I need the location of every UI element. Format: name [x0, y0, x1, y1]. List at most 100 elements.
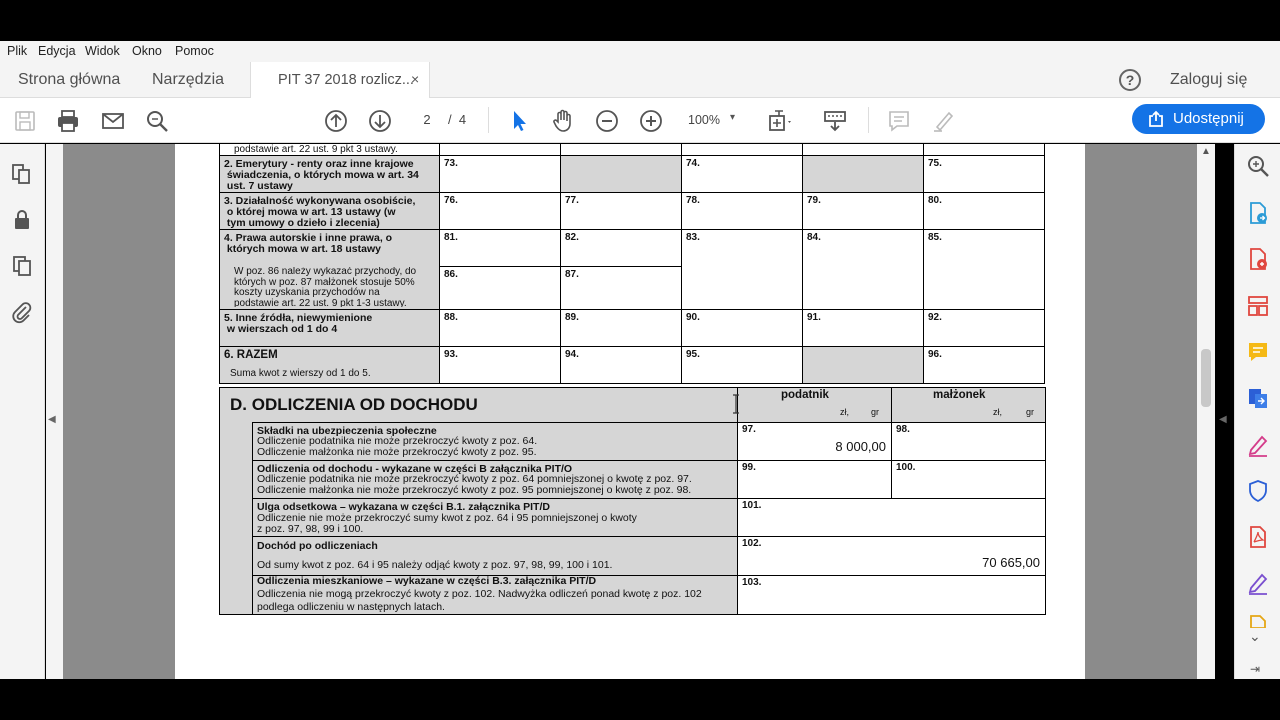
select-tool-icon[interactable] — [506, 108, 532, 134]
form-field[interactable]: 96. — [923, 346, 1045, 384]
field-99[interactable]: 99. — [737, 460, 892, 499]
zoom-in-icon[interactable] — [638, 108, 664, 134]
create-pdf-icon[interactable] — [1246, 247, 1270, 271]
help-icon[interactable]: ? — [1119, 69, 1141, 91]
save-icon[interactable] — [12, 108, 38, 134]
form-field[interactable]: 79. — [802, 192, 924, 230]
next-page-icon[interactable] — [367, 108, 393, 134]
copy-pages-icon[interactable] — [10, 254, 34, 278]
form-field[interactable]: 78. — [681, 192, 803, 230]
d-row-text: Odliczenie nie może przekroczyć sumy kwo… — [257, 512, 637, 535]
disabled-cell — [560, 155, 682, 193]
panel-expand-icon[interactable]: ⇥ — [1250, 662, 1260, 676]
form-field[interactable]: 90. — [681, 309, 803, 347]
form-field[interactable]: 76. — [439, 192, 561, 230]
form-field[interactable]: 82. — [560, 229, 682, 267]
zoom-out-icon[interactable] — [594, 108, 620, 134]
zoom-dropdown-icon[interactable]: ▾ — [730, 112, 735, 123]
zoom-level[interactable]: 100% — [688, 113, 720, 127]
col-podatnik-label: podatnik — [781, 389, 829, 401]
form-field[interactable]: 89. — [560, 309, 682, 347]
form-field[interactable]: 85. — [923, 229, 1045, 310]
form-field[interactable]: 83. — [681, 229, 803, 310]
page-total: / 4 — [448, 112, 466, 127]
form-field[interactable]: 91. — [802, 309, 924, 347]
protect-icon[interactable] — [1246, 479, 1270, 503]
scroll-tools-down-icon[interactable]: ⌄ — [1249, 628, 1261, 645]
form-field[interactable]: 92. — [923, 309, 1045, 347]
field-number: 99. — [742, 462, 756, 473]
highlight-icon[interactable] — [930, 108, 956, 134]
form-field[interactable]: 95. — [681, 346, 803, 384]
comment-tool-icon[interactable] — [1246, 340, 1270, 364]
more-tools-icon[interactable] — [1246, 614, 1270, 628]
form-field[interactable]: 81. — [439, 229, 561, 267]
form-field[interactable]: 84. — [802, 229, 924, 310]
organize-pages-icon[interactable] — [1246, 294, 1270, 318]
form-field[interactable]: 86. — [439, 266, 561, 310]
field-number: 102. — [742, 538, 762, 549]
pdf-page: podstawie art. 22 ust. 9 pkt 3 ustawy. 2… — [175, 144, 1085, 679]
tab-document[interactable]: PIT 37 2018 rozlicz... × — [250, 62, 430, 99]
menu-file[interactable]: Plik — [7, 44, 27, 58]
form-field[interactable]: 93. — [439, 346, 561, 384]
field-101[interactable]: 101. — [737, 498, 1046, 537]
left-nav-panel — [0, 144, 45, 679]
form-field[interactable]: 87. — [560, 266, 682, 310]
field-number: 78. — [686, 195, 700, 206]
scroll-thumb[interactable] — [1201, 349, 1211, 407]
page-number-input[interactable]: 2 — [412, 110, 442, 130]
form-field[interactable]: 88. — [439, 309, 561, 347]
field-102[interactable]: 102. 70 665,00 — [737, 536, 1046, 576]
menu-edit[interactable]: Edycja — [38, 44, 76, 58]
collapse-right-icon[interactable]: ◀ — [1219, 414, 1227, 425]
row-label: 2. Emerytury - renty oraz inne krajowe ś… — [224, 158, 419, 192]
sign-icon[interactable] — [1246, 571, 1270, 595]
prev-page-icon[interactable] — [323, 108, 349, 134]
tab-tools[interactable]: Narzędzia — [152, 71, 224, 89]
convert-icon[interactable] — [1246, 386, 1270, 410]
menu-window[interactable]: Okno — [132, 44, 162, 58]
form-field[interactable]: 77. — [560, 192, 682, 230]
search-icon[interactable] — [144, 108, 170, 134]
share-button[interactable]: Udostępnij — [1132, 104, 1265, 134]
keyboard-icon[interactable] — [822, 108, 848, 134]
form-field[interactable]: 73. — [439, 155, 561, 193]
hand-tool-icon[interactable] — [550, 108, 576, 134]
page-thumbnails-icon[interactable] — [10, 162, 34, 186]
page-fit-icon[interactable] — [767, 108, 793, 134]
collapse-left-icon[interactable]: ◀ — [48, 414, 56, 425]
field-number: 79. — [807, 195, 821, 206]
field-98[interactable]: 98. — [891, 422, 1046, 461]
toolbar-divider — [868, 107, 869, 133]
scroll-up-icon[interactable]: ▲ — [1201, 146, 1211, 157]
field-103[interactable]: 103. — [737, 575, 1046, 615]
vertical-scrollbar[interactable]: ▲ — [1197, 144, 1215, 679]
lock-icon[interactable] — [10, 208, 34, 232]
email-icon[interactable] — [100, 108, 126, 134]
tab-close-icon[interactable]: × — [411, 71, 419, 87]
share-icon — [1149, 110, 1163, 127]
form-field[interactable]: 75. — [923, 155, 1045, 193]
menu-view[interactable]: Widok — [85, 44, 120, 58]
form-field[interactable]: 94. — [560, 346, 682, 384]
print-icon[interactable] — [55, 108, 81, 134]
fill-sign-icon[interactable] — [1246, 433, 1270, 457]
form-field[interactable]: 80. — [923, 192, 1045, 230]
field-100[interactable]: 100. — [891, 460, 1046, 499]
col-malzonek-label: małżonek — [933, 389, 986, 401]
attachment-icon[interactable] — [10, 300, 34, 324]
zoom-tool-icon[interactable] — [1246, 154, 1270, 178]
menu-help[interactable]: Pomoc — [175, 44, 214, 58]
sign-in-link[interactable]: Zaloguj się — [1170, 71, 1247, 89]
comment-icon[interactable] — [886, 108, 912, 134]
toolbar: 2 / 4 100% ▾ Udostępnij — [0, 98, 1280, 143]
export-pdf-icon[interactable] — [1246, 201, 1270, 225]
field-97[interactable]: 97. 8 000,00 — [737, 422, 892, 461]
d-row-text: Odliczenie podatnika nie może przekroczy… — [257, 435, 538, 458]
form-field[interactable]: 74. — [681, 155, 803, 193]
field-number: 74. — [686, 158, 700, 169]
unit-gr: gr — [871, 407, 880, 417]
tab-home[interactable]: Strona główna — [18, 71, 120, 89]
acrobat-pdf-icon[interactable] — [1246, 525, 1270, 549]
